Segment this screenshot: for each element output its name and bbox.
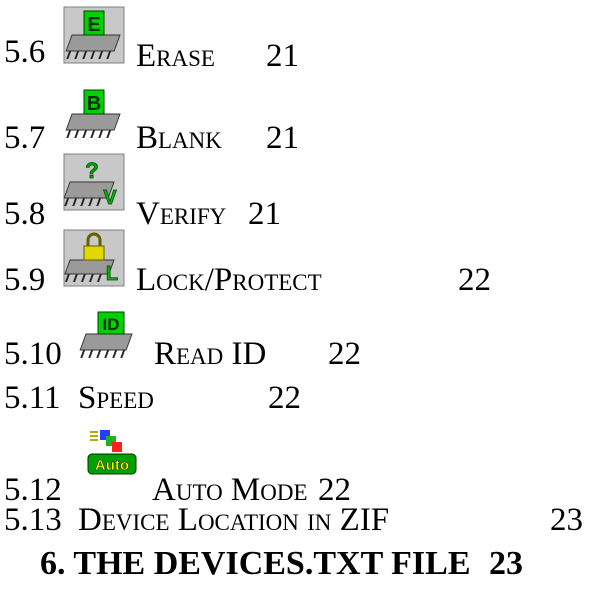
svg-text:E: E [87, 14, 100, 36]
toc-entry-blank[interactable]: 5.7 [4, 122, 45, 155]
entry-title-verify: Verify [136, 196, 227, 232]
entry-page-lock-protect: 22 [458, 262, 491, 298]
entry-title-speed: Speed [78, 380, 154, 416]
svg-text:L: L [106, 263, 118, 285]
entry-page-read-id: 22 [328, 336, 361, 372]
toc-entry-lock-protect[interactable]: 5.9 [4, 264, 45, 297]
entry-number: 5.9 [4, 262, 46, 298]
blank-chip-icon: B [65, 89, 121, 138]
toc-section-heading[interactable]: 6. THE DEVICES.TXT FILE 23 [40, 545, 523, 583]
section-title: 6. THE DEVICES.TXT FILE [40, 545, 471, 582]
svg-text:?: ? [85, 158, 98, 183]
auto-mode-icon: Auto [87, 430, 137, 475]
toc-entry-verify[interactable]: 5.8 [4, 198, 45, 231]
entry-title-erase: Erase [136, 38, 215, 74]
toc-entry-read-id[interactable]: 5.10 [4, 338, 62, 371]
entry-page-verify: 21 [248, 196, 281, 232]
read-id-chip-icon: ID [79, 311, 133, 358]
svg-text:ID: ID [103, 315, 120, 334]
entry-number: 5.8 [4, 196, 46, 232]
entry-number: 5.10 [4, 336, 62, 372]
entry-number: 5.7 [4, 120, 46, 156]
verify-chip-icon: ? V [63, 153, 125, 211]
entry-title-device-location: Device Location in ZIF [78, 502, 390, 538]
entry-number: 5.13 [4, 502, 62, 538]
toc-entry-device-location[interactable]: 5.13 [4, 504, 62, 537]
entry-page-device-location: 23 [550, 502, 583, 538]
entry-title-blank: Blank [136, 120, 222, 156]
toc-entry-speed[interactable]: 5.11 [4, 382, 61, 415]
entry-page-blank: 21 [266, 120, 299, 156]
section-page: 23 [489, 545, 523, 582]
entry-title-read-id: Read ID [154, 336, 267, 372]
svg-text:B: B [87, 93, 101, 115]
svg-text:Auto: Auto [95, 457, 129, 474]
lock-chip-icon: L [63, 229, 125, 287]
entry-number: 5.6 [4, 34, 46, 70]
entry-title-lock-protect: Lock/Protect [136, 262, 322, 298]
entry-number: 5.11 [4, 380, 61, 416]
entry-page-erase: 21 [266, 38, 299, 74]
svg-text:V: V [103, 187, 117, 209]
erase-chip-icon: E [63, 6, 125, 64]
toc-entry-erase[interactable]: 5.6 [4, 36, 45, 69]
entry-page-speed: 22 [268, 380, 301, 416]
